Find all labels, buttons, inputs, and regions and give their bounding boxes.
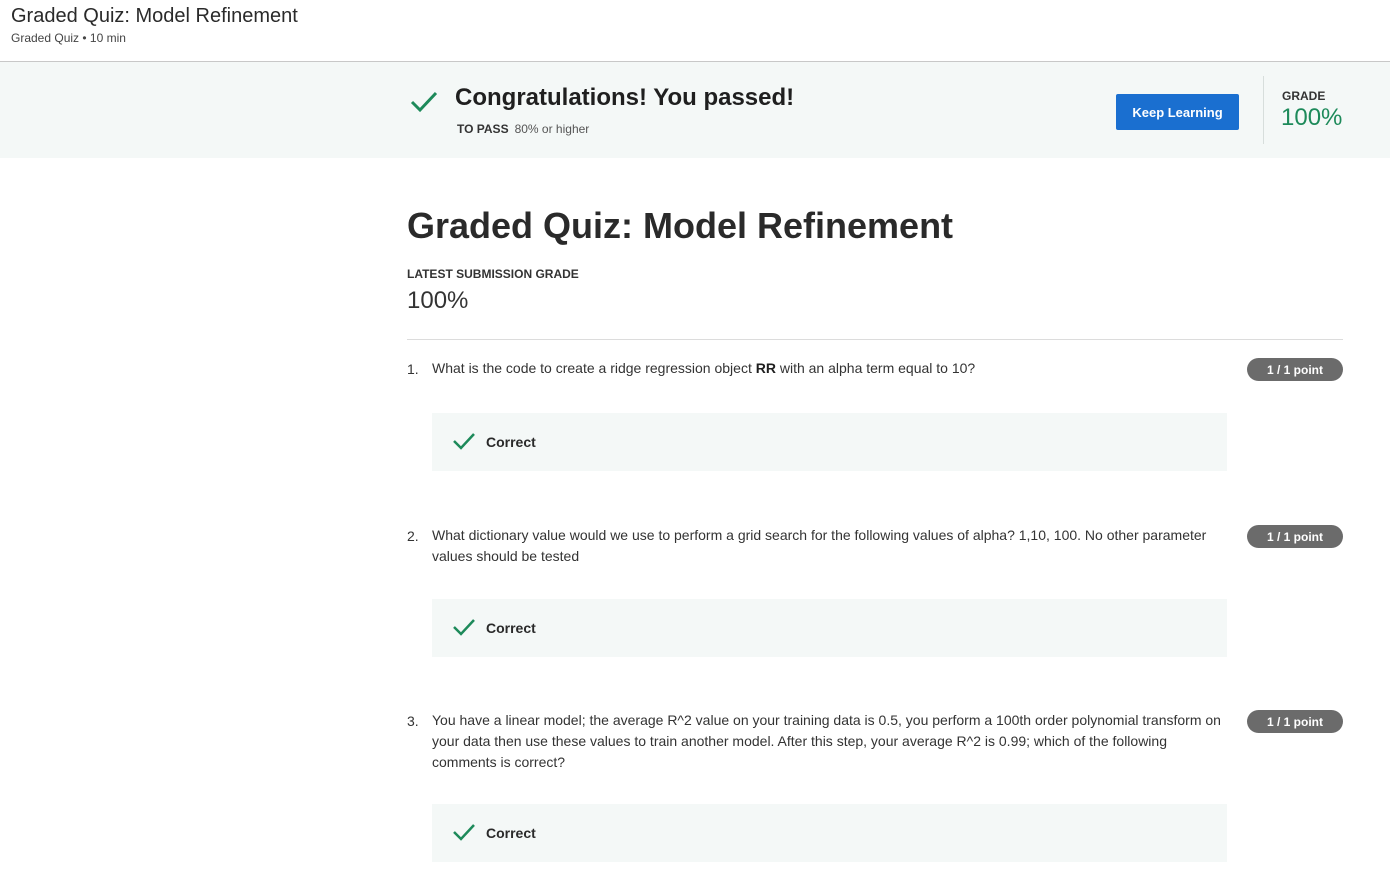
check-icon bbox=[453, 619, 475, 636]
question-text: What dictionary value would we use to pe… bbox=[432, 527, 1207, 564]
quiz-title: Graded Quiz: Model Refinement bbox=[407, 205, 954, 246]
question-text-part: What is the code to create a ridge regre… bbox=[432, 360, 756, 376]
feedback-correct: Correct bbox=[432, 599, 1227, 657]
header-title: Graded Quiz: Model Refinement bbox=[11, 5, 298, 27]
question-text: You have a linear model; the average R^2… bbox=[432, 712, 1221, 770]
latest-submission-grade: 100% bbox=[407, 287, 469, 314]
grade-value: 100% bbox=[1281, 104, 1343, 131]
feedback-correct: Correct bbox=[432, 804, 1227, 862]
check-icon bbox=[453, 433, 475, 450]
question-text: What is the code to create a ridge regre… bbox=[432, 358, 1222, 379]
congrats-message: Congratulations! You passed! bbox=[455, 84, 795, 111]
question-text-part: with an alpha term equal to 10? bbox=[775, 360, 976, 376]
question-number: 1. bbox=[407, 361, 419, 377]
feedback-label: Correct bbox=[486, 825, 536, 841]
to-pass-label: TO PASS bbox=[457, 122, 509, 136]
latest-submission-label: LATEST SUBMISSION GRADE bbox=[407, 267, 579, 281]
to-pass-value: 80% or higher bbox=[514, 122, 590, 136]
feedback-label: Correct bbox=[486, 620, 536, 636]
points-badge: 1 / 1 point bbox=[1247, 358, 1343, 381]
to-pass-line: TO PASS 80% or higher bbox=[457, 122, 589, 136]
check-icon bbox=[410, 91, 438, 113]
question-number: 2. bbox=[407, 528, 419, 544]
points-badge: 1 / 1 point bbox=[1247, 710, 1343, 733]
question-code-term: RR bbox=[755, 360, 776, 376]
feedback-label: Correct bbox=[486, 434, 536, 450]
feedback-correct: Correct bbox=[432, 413, 1227, 471]
section-divider bbox=[407, 339, 1343, 340]
grade-label: GRADE bbox=[1282, 89, 1326, 103]
top-header: Graded Quiz: Model Refinement Graded Qui… bbox=[0, 0, 1390, 62]
question-number: 3. bbox=[407, 713, 419, 729]
banner-divider bbox=[1263, 76, 1264, 144]
check-icon bbox=[453, 824, 475, 841]
header-subtitle: Graded Quiz • 10 min bbox=[11, 31, 126, 45]
points-badge: 1 / 1 point bbox=[1247, 525, 1343, 548]
keep-learning-button[interactable]: Keep Learning bbox=[1116, 94, 1239, 130]
